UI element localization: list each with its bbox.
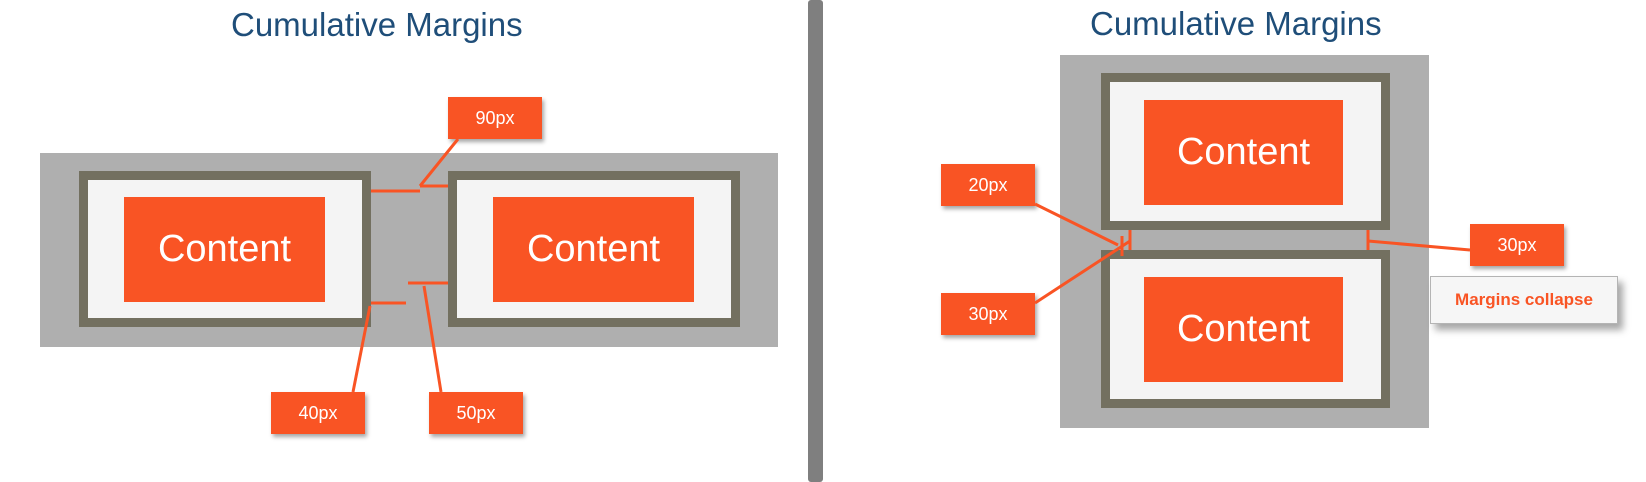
leader-90px: [418, 138, 460, 187]
connector-lines: [351, 138, 1471, 393]
leader-30px-right: [1367, 239, 1471, 252]
leader-50px: [422, 285, 443, 393]
leader-30px-left: [1034, 239, 1131, 305]
leader-40px: [351, 305, 372, 393]
leader-20px: [1034, 202, 1119, 247]
